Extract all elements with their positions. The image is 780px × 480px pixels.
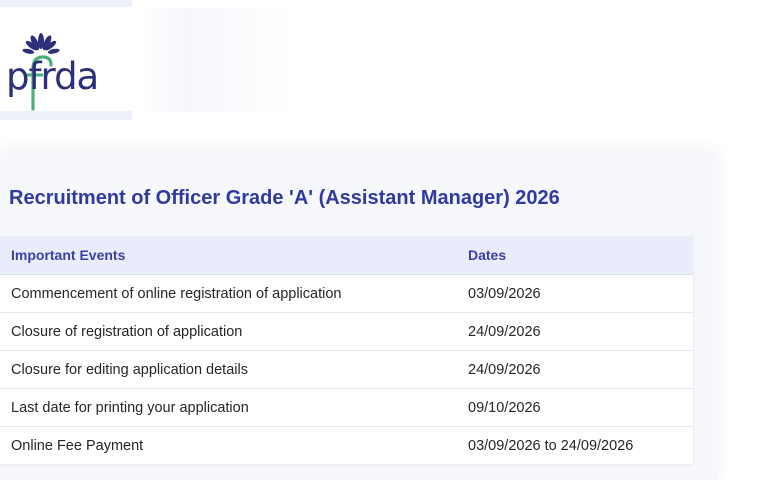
event-cell: Online Fee Payment	[11, 437, 144, 454]
event-cell: Last date for printing your application	[0, 388, 446, 427]
table-row: Commencement of online registration of a…	[0, 274, 693, 313]
date-cell: 03/09/2026	[446, 274, 693, 313]
important-events-table: Important Events Dates Commencement of o…	[0, 236, 693, 464]
table-row: Closure of registration of application 2…	[0, 312, 693, 351]
table-header-row: Important Events Dates	[0, 236, 693, 275]
table-row: Online Fee Payment 03/09/2026 to 24/09/2…	[0, 427, 693, 465]
date-cell: 24/09/2026	[446, 312, 693, 351]
column-header-dates: Dates	[446, 236, 693, 275]
date-cell: 24/09/2026	[446, 350, 693, 389]
column-header-events: Important Events	[0, 236, 446, 275]
date-cell: 03/09/2026 to 24/09/2026	[468, 437, 634, 454]
event-cell: Commencement of online registration of a…	[0, 274, 446, 313]
table-row: Closure for editing application details …	[0, 350, 693, 389]
date-cell: 09/10/2026	[446, 388, 693, 427]
logo-card[interactable]: pfrda	[0, 7, 132, 111]
header-shadow	[138, 8, 298, 112]
page-title: Recruitment of Officer Grade 'A' (Assist…	[9, 187, 560, 209]
brand-logo-text: pfrda	[6, 55, 99, 98]
event-cell: Closure of registration of application	[0, 312, 446, 351]
table-row: Last date for printing your application …	[0, 388, 693, 427]
event-cell: Closure for editing application details	[0, 350, 446, 389]
